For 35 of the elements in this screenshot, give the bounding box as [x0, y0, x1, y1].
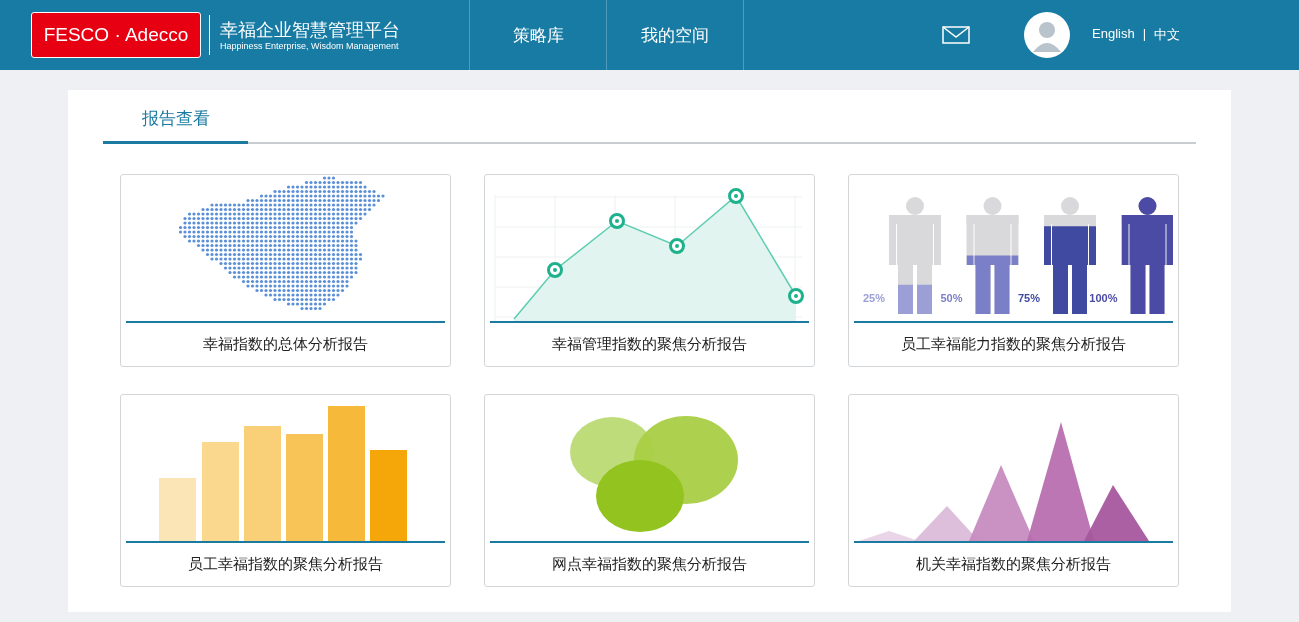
card-title: 网点幸福指数的聚焦分析报告	[552, 555, 747, 574]
card-title: 员工幸福能力指数的聚焦分析报告	[901, 335, 1126, 354]
site-title: 幸福企业智慧管理平台	[220, 19, 400, 41]
nav-item[interactable]: 我的空间	[606, 0, 744, 70]
report-card[interactable]: 员工幸福指数的聚焦分析报告	[120, 394, 451, 587]
data-point	[788, 288, 804, 304]
report-card[interactable]: 网点幸福指数的聚焦分析报告	[484, 394, 815, 587]
logo: FESCO · Adecco	[31, 12, 201, 58]
data-point	[728, 188, 744, 204]
nav-item[interactable]: 策略库	[469, 0, 607, 70]
site-subtitle: Happiness Enterprise, Wisdom Management	[220, 41, 400, 51]
language-link[interactable]: English	[1092, 26, 1135, 44]
report-card[interactable]: 25% 50% 75% 100% 员工幸福能力指数的聚焦分析报告	[848, 174, 1179, 367]
person-figure-icon	[966, 197, 1019, 314]
person-figure-icon	[889, 197, 941, 314]
avatar[interactable]	[1024, 12, 1070, 58]
data-point	[547, 262, 563, 278]
percent-label: 75%	[1017, 292, 1040, 304]
percent-label: 100%	[1089, 292, 1118, 304]
card-title: 幸福管理指数的聚焦分析报告	[552, 335, 747, 354]
report-card[interactable]: 幸福指数的总体分析报告	[120, 174, 451, 367]
mail-icon[interactable]	[942, 26, 970, 44]
data-point	[669, 238, 685, 254]
percent-label: 50%	[940, 292, 963, 304]
report-card[interactable]: 机关幸福指数的聚焦分析报告	[848, 394, 1179, 587]
card-title: 员工幸福指数的聚焦分析报告	[188, 555, 383, 574]
percent-label: 25%	[862, 292, 885, 304]
separator: |	[1142, 26, 1147, 43]
bar	[159, 478, 196, 541]
card-title: 幸福指数的总体分析报告	[203, 335, 368, 354]
language-link[interactable]: 中文	[1154, 26, 1181, 44]
tab[interactable]: 报告查看	[103, 104, 248, 144]
report-card[interactable]: 幸福管理指数的聚焦分析报告	[484, 174, 815, 367]
card-title: 机关幸福指数的聚焦分析报告	[916, 555, 1111, 574]
data-point	[609, 213, 625, 229]
